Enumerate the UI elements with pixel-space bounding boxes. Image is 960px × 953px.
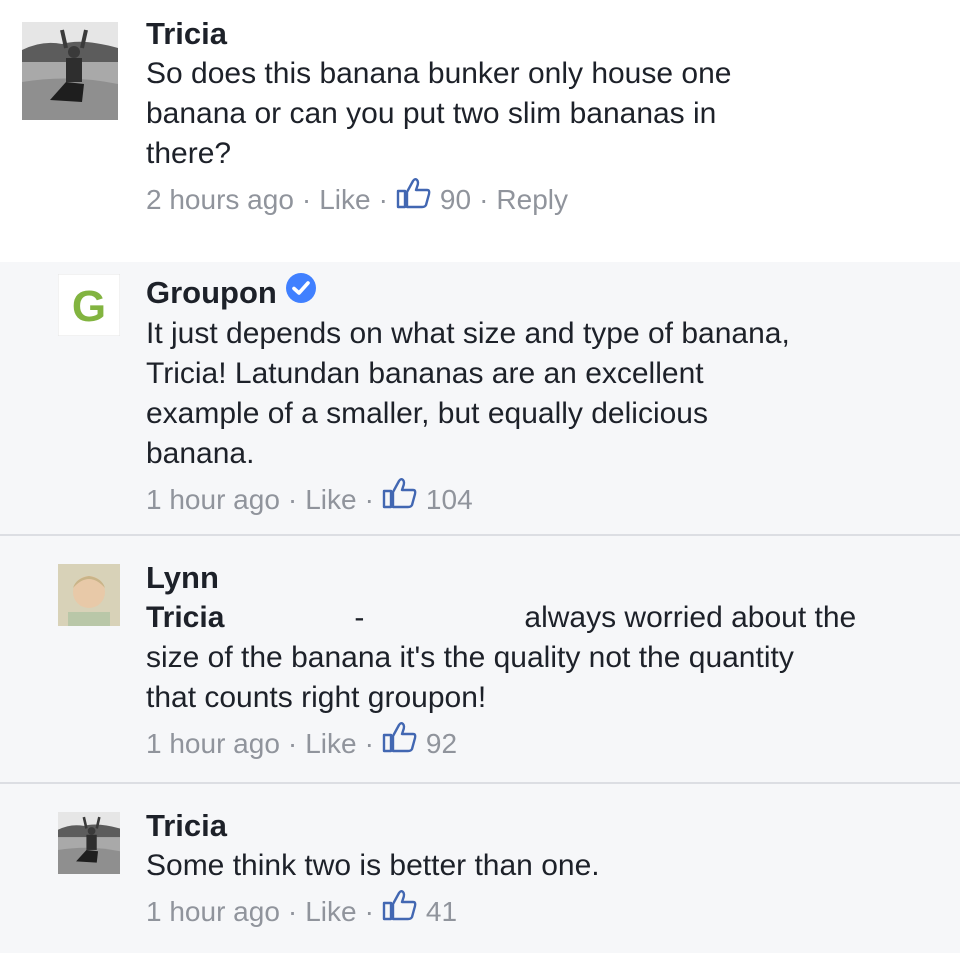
reply-button[interactable]: Reply (496, 180, 568, 220)
like-count[interactable]: 41 (426, 892, 457, 932)
comment-text: It just depends on what size and type of… (146, 317, 790, 470)
like-count[interactable]: 90 (440, 180, 471, 220)
svg-text:G: G (72, 282, 106, 331)
like-count[interactable]: 92 (426, 724, 457, 764)
like-count[interactable]: 104 (426, 480, 473, 520)
author-label[interactable]: Tricia (146, 806, 227, 846)
timestamp[interactable]: 1 hour ago (146, 892, 280, 932)
avatar[interactable] (22, 22, 118, 120)
author-name[interactable]: Lynn (146, 558, 940, 598)
comment-meta: 2 hours ago · Like · 90 · Reply (146, 177, 940, 220)
author-name[interactable]: Tricia (146, 14, 940, 54)
separator-dot: · (287, 484, 298, 515)
timestamp[interactable]: 1 hour ago (146, 480, 280, 520)
like-button[interactable]: Like (305, 892, 356, 932)
comment-text-rest: size of the banana it's the quality not … (146, 641, 794, 714)
separator-dot: · (287, 896, 298, 927)
comment-text: Tricia - always worried about the size of … (146, 598, 940, 718)
separator-dot: · (287, 728, 298, 759)
avatar[interactable]: G (58, 274, 120, 336)
timestamp[interactable]: 2 hours ago (146, 180, 294, 220)
separator-dot: · (301, 184, 312, 215)
timestamp[interactable]: 1 hour ago (146, 724, 280, 764)
avatar[interactable] (58, 812, 120, 874)
comment-thread: Tricia So does this banana bunker only h… (0, 0, 960, 953)
like-button[interactable]: Like (305, 480, 356, 520)
comment: Tricia Some think two is better than one… (0, 784, 960, 953)
comment: Lynn Tricia - always worried about the siz… (0, 536, 960, 782)
author-name[interactable]: Groupon (146, 272, 940, 314)
comment-meta: 1 hour ago · Like · 92 (146, 721, 940, 764)
separator-dot: · (479, 184, 489, 215)
groupon-logo-icon: G (58, 274, 120, 336)
person-kneeling-photo-icon (22, 22, 118, 120)
separator-dot: · (364, 728, 374, 759)
thumbs-up-icon (382, 721, 418, 764)
separator-dot: · (364, 484, 374, 515)
like-button[interactable]: Like (319, 180, 370, 220)
mention-tag[interactable]: Tricia (146, 601, 224, 634)
separator-dot: · (364, 896, 374, 927)
author-name[interactable]: Tricia (146, 806, 940, 846)
comment: G Groupon It just depends on what size a… (0, 262, 960, 534)
thumbs-up-icon (382, 477, 418, 520)
comment-meta: 1 hour ago · Like · 104 (146, 477, 940, 520)
like-button[interactable]: Like (305, 724, 356, 764)
mention-dash: - (354, 601, 365, 634)
person-kneeling-photo-icon (58, 812, 120, 874)
comment-text: Some think two is better than one. (146, 849, 600, 882)
verified-badge-icon (285, 272, 317, 314)
avatar[interactable] (58, 564, 120, 626)
author-label[interactable]: Lynn (146, 558, 219, 598)
separator-dot: · (378, 184, 388, 215)
comment: Tricia So does this banana bunker only h… (0, 0, 960, 262)
child-photo-icon (58, 564, 120, 626)
author-label[interactable]: Groupon (146, 273, 277, 313)
thumbs-up-icon (396, 177, 432, 220)
comment-meta: 1 hour ago · Like · 41 (146, 889, 940, 932)
comment-text: So does this banana bunker only house on… (146, 57, 732, 170)
comment-text-line1: always worried about the (524, 601, 857, 634)
author-label[interactable]: Tricia (146, 14, 227, 54)
thumbs-up-icon (382, 889, 418, 932)
